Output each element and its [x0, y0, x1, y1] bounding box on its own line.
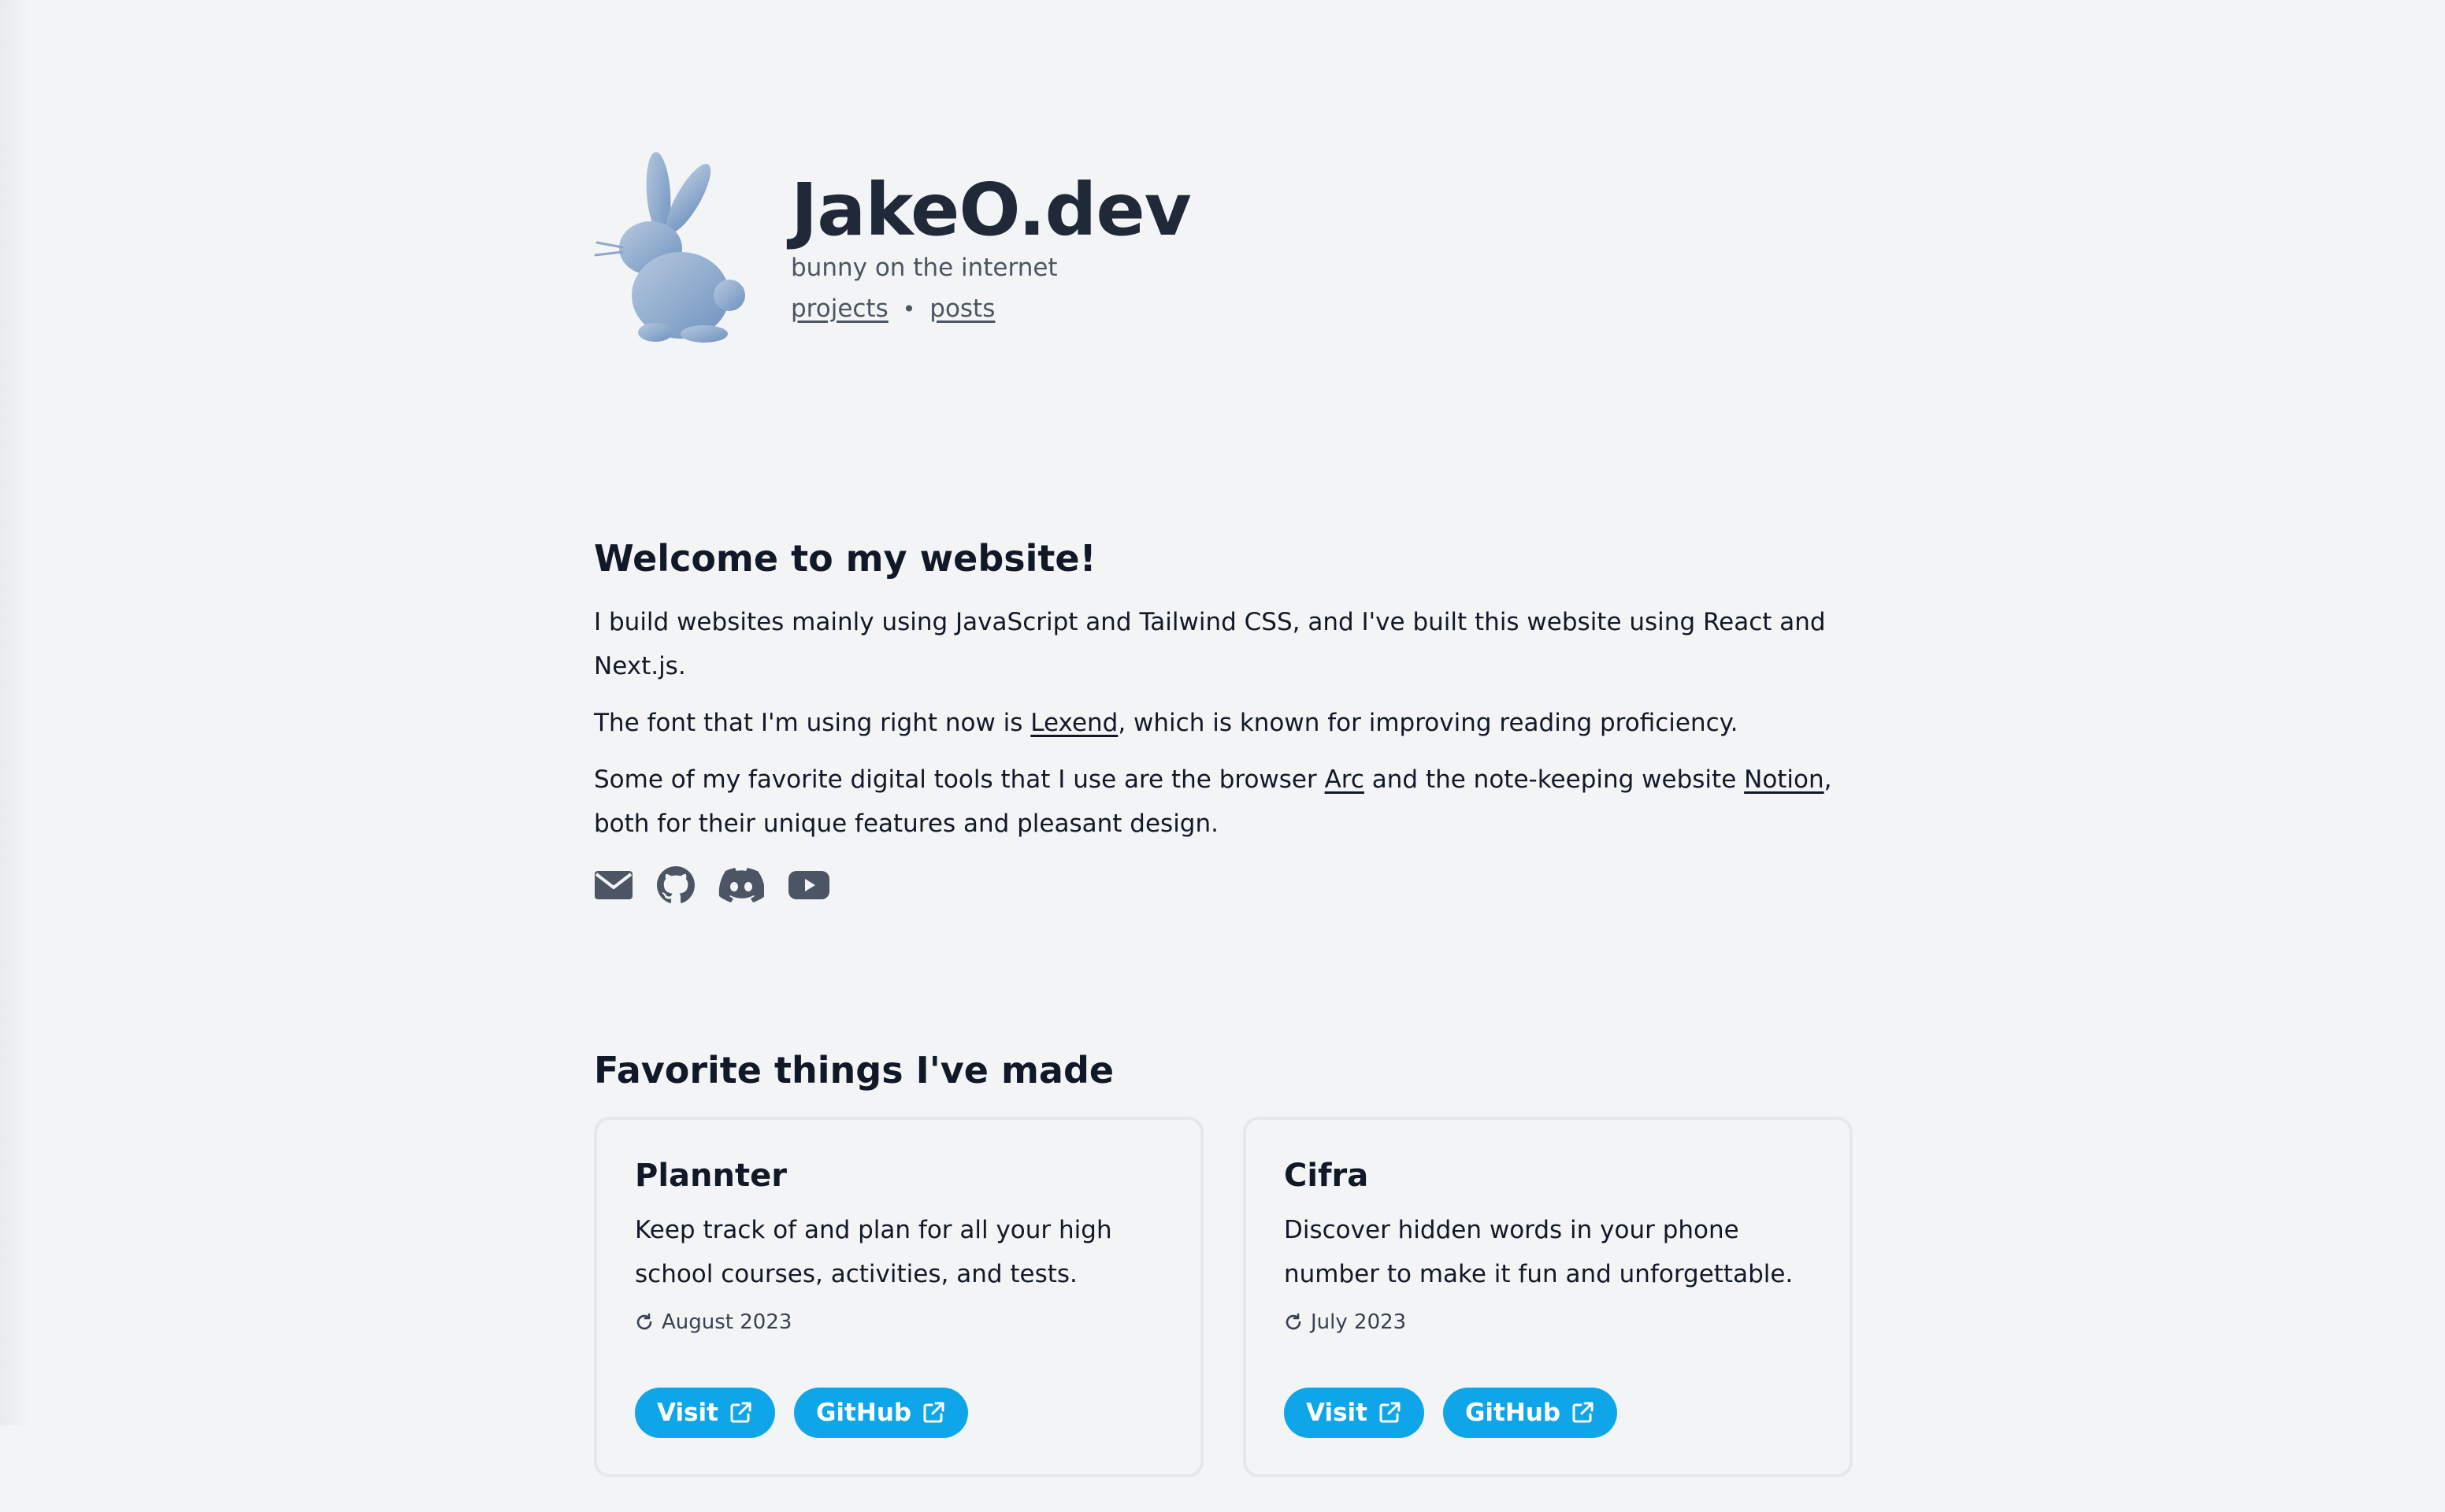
- github-icon[interactable]: [657, 865, 695, 904]
- project-cards: Plannter Keep track of and plan for all …: [594, 1116, 1854, 1477]
- site-tagline: bunny on the internet: [791, 254, 1058, 282]
- main-nav: projects • posts: [791, 295, 995, 323]
- project-title: Cifra: [1284, 1157, 1369, 1194]
- project-buttons: Visit GitHub: [635, 1387, 969, 1438]
- nav-separator: •: [902, 295, 916, 322]
- bunny-logo-icon[interactable]: [594, 150, 759, 346]
- font-paragraph-text: The font that I'm using right now is: [594, 708, 1031, 737]
- social-links: [594, 865, 1854, 904]
- discord-icon[interactable]: [718, 867, 764, 902]
- github-button-label: GitHub: [1464, 1398, 1561, 1427]
- project-card: Cifra Discover hidden words in your phon…: [1243, 1116, 1853, 1477]
- favorites-heading: Favorite things I've made: [594, 1049, 1115, 1091]
- notion-link[interactable]: Notion: [1744, 765, 1824, 794]
- lexend-link[interactable]: Lexend: [1030, 709, 1118, 737]
- external-link-icon: [730, 1402, 751, 1423]
- nav-link-posts[interactable]: posts: [929, 295, 995, 323]
- font-paragraph: The font that I'm using right now is Lex…: [594, 701, 1854, 745]
- project-date-text: July 2023: [1311, 1310, 1407, 1334]
- project-date: July 2023: [1284, 1310, 1812, 1334]
- visit-button[interactable]: Visit: [635, 1387, 775, 1438]
- project-date: August 2023: [635, 1310, 1163, 1334]
- intro-paragraph: I build websites mainly using JavaScript…: [594, 607, 1826, 680]
- tools-paragraph: Some of my favorite digital tools that I…: [594, 758, 1854, 846]
- project-buttons: Visit GitHub: [1284, 1387, 1618, 1438]
- project-date-text: August 2023: [662, 1310, 792, 1334]
- welcome-heading: Welcome to my website!: [594, 537, 1096, 580]
- github-button[interactable]: GitHub: [793, 1387, 969, 1438]
- font-paragraph-text-end: , which is known for improving reading p…: [1118, 708, 1738, 737]
- page-left-shade: [0, 0, 32, 1425]
- project-description: Discover hidden words in your phone numb…: [1284, 1215, 1794, 1288]
- visit-button-label: Visit: [1306, 1398, 1367, 1427]
- refresh-icon: [1286, 1313, 1301, 1330]
- welcome-section: Welcome to my website! I build websites …: [594, 536, 1854, 904]
- refresh-icon: [636, 1313, 652, 1330]
- github-button[interactable]: GitHub: [1442, 1387, 1618, 1438]
- nav-link-projects[interactable]: projects: [791, 295, 889, 323]
- project-description: Keep track of and plan for all your high…: [635, 1215, 1112, 1288]
- tools-paragraph-middle: and the note-keeping website: [1363, 765, 1745, 794]
- visit-button[interactable]: Visit: [1284, 1387, 1424, 1438]
- arc-link[interactable]: Arc: [1325, 765, 1364, 794]
- external-link-icon: [923, 1402, 944, 1423]
- site-header: JakeO.dev bunny on the internet projects…: [594, 150, 1854, 354]
- external-link-icon: [1572, 1402, 1594, 1423]
- site-title[interactable]: JakeO.dev: [791, 167, 1192, 254]
- project-title: Plannter: [635, 1157, 787, 1194]
- tools-paragraph-text: Some of my favorite digital tools that I…: [594, 765, 1325, 794]
- external-link-icon: [1379, 1402, 1401, 1423]
- visit-button-label: Visit: [657, 1398, 718, 1427]
- project-card: Plannter Keep track of and plan for all …: [594, 1116, 1204, 1477]
- github-button-label: GitHub: [815, 1398, 912, 1427]
- favorites-section: Favorite things I've made Plannter Keep …: [594, 1047, 1854, 1477]
- youtube-icon[interactable]: [788, 869, 830, 901]
- email-icon[interactable]: [594, 869, 633, 901]
